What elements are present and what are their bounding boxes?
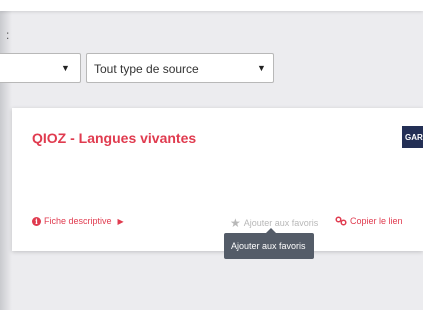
link-icon xyxy=(335,216,347,226)
gar-badge: GAR xyxy=(402,126,423,148)
fiche-descriptive-link[interactable]: i Fiche descriptive ▶ xyxy=(32,216,124,226)
filter-select-1[interactable]: ▼ xyxy=(0,53,81,83)
caret-down-icon: ▼ xyxy=(257,63,266,73)
add-favorite-label: Ajouter aux favoris xyxy=(243,218,319,228)
play-icon: ▶ xyxy=(117,216,124,226)
left-shadow xyxy=(0,0,12,310)
source-type-select[interactable]: Tout type de source ▼ xyxy=(86,53,274,83)
copy-link-button[interactable]: Copier le lien xyxy=(335,216,403,226)
resource-title[interactable]: QIOZ - Langues vivantes xyxy=(32,130,196,146)
tooltip-text: Ajouter aux favoris xyxy=(231,241,306,251)
favorite-tooltip: Ajouter aux favoris xyxy=(224,228,314,259)
fiche-descriptive-label: Fiche descriptive xyxy=(44,216,112,226)
copy-link-label: Copier le lien xyxy=(350,216,403,226)
caret-down-icon: ▼ xyxy=(61,63,70,73)
tooltip-arrow xyxy=(266,228,276,233)
source-type-select-value: Tout type de source xyxy=(94,62,199,76)
star-icon: ★ xyxy=(230,216,241,230)
top-header xyxy=(0,0,423,11)
resource-card: QIOZ - Langues vivantes GAR i Fiche desc… xyxy=(12,108,423,251)
filter-label-colon: : xyxy=(6,28,10,42)
info-icon: i xyxy=(32,216,41,226)
